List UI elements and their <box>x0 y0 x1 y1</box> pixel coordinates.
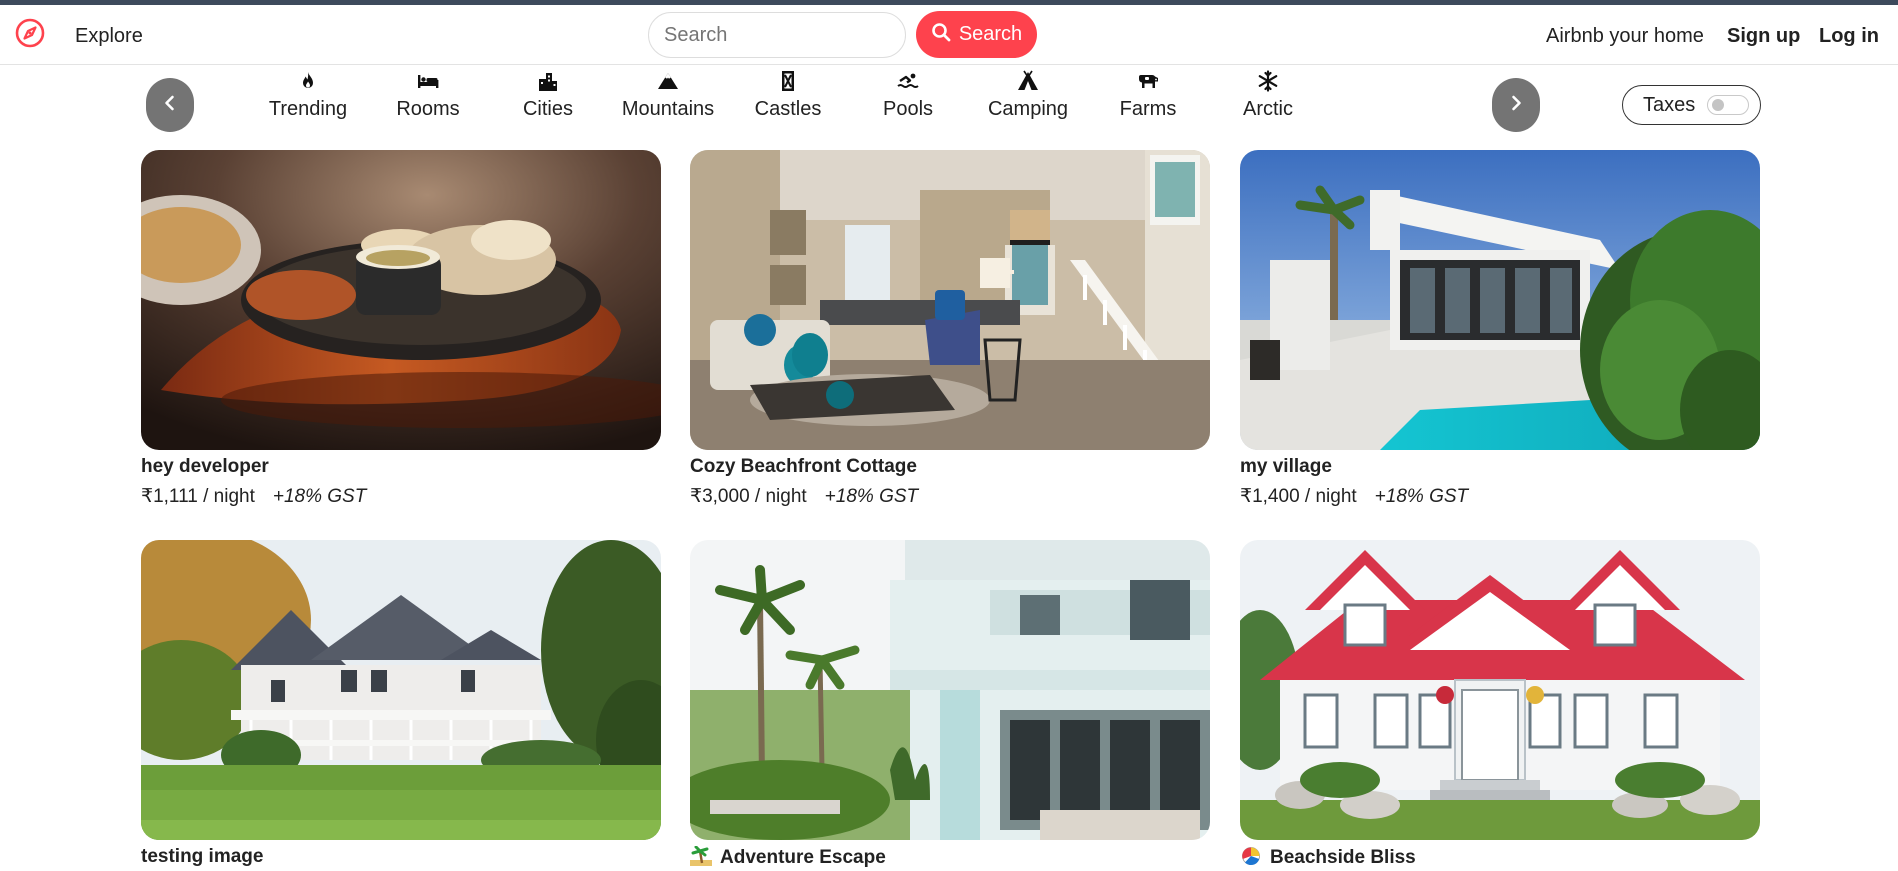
listing-title: Adventure Escape <box>690 845 1210 870</box>
filter-label: Rooms <box>396 98 460 120</box>
listing-card[interactable]: my village ₹1,400 / night +18% GST <box>1240 150 1760 508</box>
white-villa-palms-photo[interactable] <box>690 540 1210 840</box>
listing-title-text: Adventure Escape <box>720 847 886 868</box>
listing-title: hey developer <box>141 456 269 477</box>
listing-title: testing image <box>141 846 264 867</box>
listing-price-row: ₹3,000 / night +18% GST <box>690 485 1210 508</box>
filter-label: Farms <box>1119 98 1177 120</box>
filter-pools[interactable]: Pools <box>853 68 963 130</box>
red-roof-house-photo[interactable] <box>1240 540 1760 840</box>
compass-icon[interactable] <box>14 17 46 49</box>
listing-title: my village <box>1240 456 1332 477</box>
listing-card[interactable]: Beachside Bliss <box>1240 540 1760 870</box>
listing-gst: +18% GST <box>272 486 367 507</box>
search-input[interactable] <box>648 12 906 58</box>
snowflake-icon <box>1213 70 1323 96</box>
filter-label: Castles <box>754 98 822 120</box>
filter-cities[interactable]: Cities <box>493 68 603 130</box>
listing-title-text: Beachside Bliss <box>1270 847 1416 868</box>
listing-price-row: ₹1,400 / night +18% GST <box>1240 485 1760 508</box>
listing-title: Cozy Beachfront Cottage <box>690 456 917 477</box>
signup-link[interactable]: Sign up <box>1727 25 1800 48</box>
search-button-label: Search <box>958 23 1023 45</box>
modern-villa-pool-photo[interactable] <box>1240 150 1760 450</box>
host-link[interactable]: Airbnb your home <box>1546 25 1704 48</box>
castle-icon <box>733 70 843 96</box>
filter-camping[interactable]: Camping <box>973 68 1083 130</box>
listing-price-row: ₹1,111 / night +18% GST <box>141 485 661 508</box>
victorian-house-lawn-photo[interactable] <box>141 540 661 840</box>
listing-price: ₹3,000 / night <box>690 486 807 507</box>
cow-icon <box>1093 70 1203 96</box>
category-filter-bar: Trending Rooms Cities Mountains Castles … <box>0 66 1898 142</box>
city-icon <box>493 70 603 96</box>
chevron-right-icon <box>1507 94 1525 117</box>
listing-gst: +18% GST <box>824 486 919 507</box>
listing-card[interactable]: testing image <box>141 540 661 870</box>
listing-title: Beachside Bliss <box>1240 846 1760 870</box>
filter-castles[interactable]: Castles <box>733 68 843 130</box>
search-button[interactable]: Search <box>916 11 1037 58</box>
taxes-switch[interactable] <box>1707 95 1750 115</box>
switch-knob <box>1712 99 1725 111</box>
listing-card[interactable]: Cozy Beachfront Cottage ₹3,000 / night +1… <box>690 150 1210 508</box>
filter-label: Camping <box>987 98 1069 120</box>
food-platter-photo[interactable] <box>141 150 661 450</box>
filter-label: Trending <box>268 98 348 120</box>
listing-gst: +18% GST <box>1374 486 1469 507</box>
bed-icon <box>373 70 483 96</box>
fire-icon <box>253 70 363 96</box>
filter-rooms[interactable]: Rooms <box>373 68 483 130</box>
listing-price: ₹1,111 / night <box>141 486 255 507</box>
living-room-photo[interactable] <box>690 150 1210 450</box>
taxes-toggle[interactable]: Taxes <box>1622 85 1761 125</box>
scroll-left-button[interactable] <box>146 78 194 132</box>
filter-arctic[interactable]: Arctic <box>1213 68 1323 130</box>
filter-label: Arctic <box>1243 98 1293 120</box>
chevron-left-icon <box>161 94 179 117</box>
scroll-right-button[interactable] <box>1492 78 1540 132</box>
palm-tree-emoji <box>690 845 712 866</box>
beach-ball-emoji <box>1240 846 1262 866</box>
filter-label: Cities <box>522 98 573 120</box>
filter-mountains[interactable]: Mountains <box>613 68 723 130</box>
taxes-label: Taxes <box>1643 93 1696 116</box>
search-icon <box>931 22 951 48</box>
tent-icon <box>973 70 1083 96</box>
explore-link[interactable]: Explore <box>75 25 143 48</box>
listing-card[interactable]: Adventure Escape <box>690 540 1210 870</box>
login-link[interactable]: Log in <box>1819 25 1879 48</box>
listing-price: ₹1,400 / night <box>1240 486 1357 507</box>
swimmer-icon <box>853 70 963 96</box>
navbar: Explore Search Airbnb your home Sign up … <box>0 5 1898 65</box>
filter-trending[interactable]: Trending <box>253 68 363 130</box>
mountain-icon <box>613 70 723 96</box>
listing-card[interactable]: hey developer ₹1,111 / night +18% GST <box>141 150 661 508</box>
filter-label: Pools <box>882 98 934 120</box>
filter-label: Mountains <box>621 98 715 120</box>
filter-farms[interactable]: Farms <box>1093 68 1203 130</box>
